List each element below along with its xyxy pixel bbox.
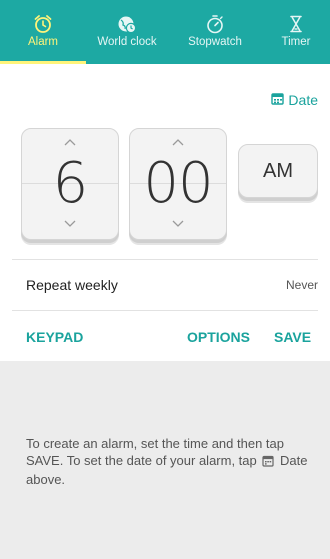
help-panel: To create an alarm, set the time and the… <box>0 361 330 559</box>
divider <box>12 259 318 260</box>
hour-up-chevron-icon[interactable] <box>63 137 77 147</box>
stopwatch-icon <box>204 14 226 34</box>
minute-down-chevron-icon[interactable] <box>171 219 185 229</box>
calendar-icon <box>271 92 285 108</box>
tab-timer[interactable]: Timer <box>262 0 330 64</box>
help-text: To create an alarm, set the time and the… <box>26 435 310 488</box>
repeat-weekly-value: Never <box>285 278 318 292</box>
tab-label: World clock <box>97 36 157 48</box>
hour-value: 6 <box>52 151 89 216</box>
date-button[interactable]: Date <box>271 92 318 108</box>
repeat-weekly-row[interactable]: Repeat weekly Never <box>0 262 330 308</box>
timer-icon <box>285 14 307 34</box>
keypad-button[interactable]: KEYPAD <box>26 329 83 345</box>
tab-world-clock[interactable]: World clock <box>86 0 168 64</box>
minute-value: 00 <box>143 151 213 216</box>
alarm-icon <box>32 14 54 34</box>
help-text-part1: To create an alarm, set the time and the… <box>26 436 284 468</box>
hour-down-chevron-icon[interactable] <box>63 219 77 229</box>
tab-alarm[interactable]: Alarm <box>0 0 86 64</box>
tab-stopwatch[interactable]: Stopwatch <box>168 0 262 64</box>
ampm-toggle[interactable]: AM <box>238 144 318 198</box>
divider <box>12 310 318 311</box>
save-button[interactable]: SAVE <box>274 329 311 345</box>
minute-picker[interactable]: 00 <box>129 128 227 240</box>
tab-label: Stopwatch <box>188 36 242 48</box>
minute-up-chevron-icon[interactable] <box>171 137 185 147</box>
action-bar: KEYPAD OPTIONS SAVE <box>0 316 330 358</box>
tab-label: Alarm <box>27 36 59 48</box>
repeat-weekly-label: Repeat weekly <box>26 277 118 293</box>
tab-bar: Alarm World clock Stopwatch Timer <box>0 0 330 64</box>
hour-picker[interactable]: 6 <box>21 128 119 240</box>
tab-label: Timer <box>281 36 311 48</box>
calendar-icon <box>262 454 274 471</box>
options-button[interactable]: OPTIONS <box>187 329 250 345</box>
date-label: Date <box>288 92 318 108</box>
world-clock-icon <box>116 14 138 34</box>
